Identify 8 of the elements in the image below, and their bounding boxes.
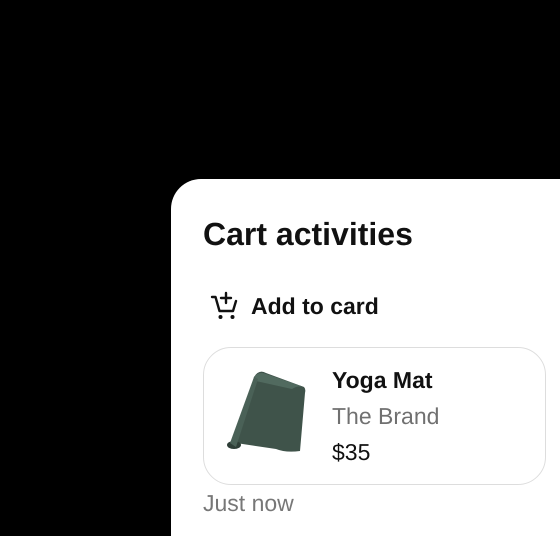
product-card[interactable]: Yoga Mat The Brand $35 — [203, 347, 546, 485]
cart-add-icon — [210, 291, 240, 321]
activity-time: Just now — [203, 489, 294, 517]
product-name: Yoga Mat — [332, 366, 434, 394]
product-brand: The Brand — [332, 402, 440, 430]
panel-title: Cart activities — [203, 215, 413, 253]
activity-label: Add to card — [251, 292, 379, 320]
product-price: $35 — [332, 438, 372, 466]
